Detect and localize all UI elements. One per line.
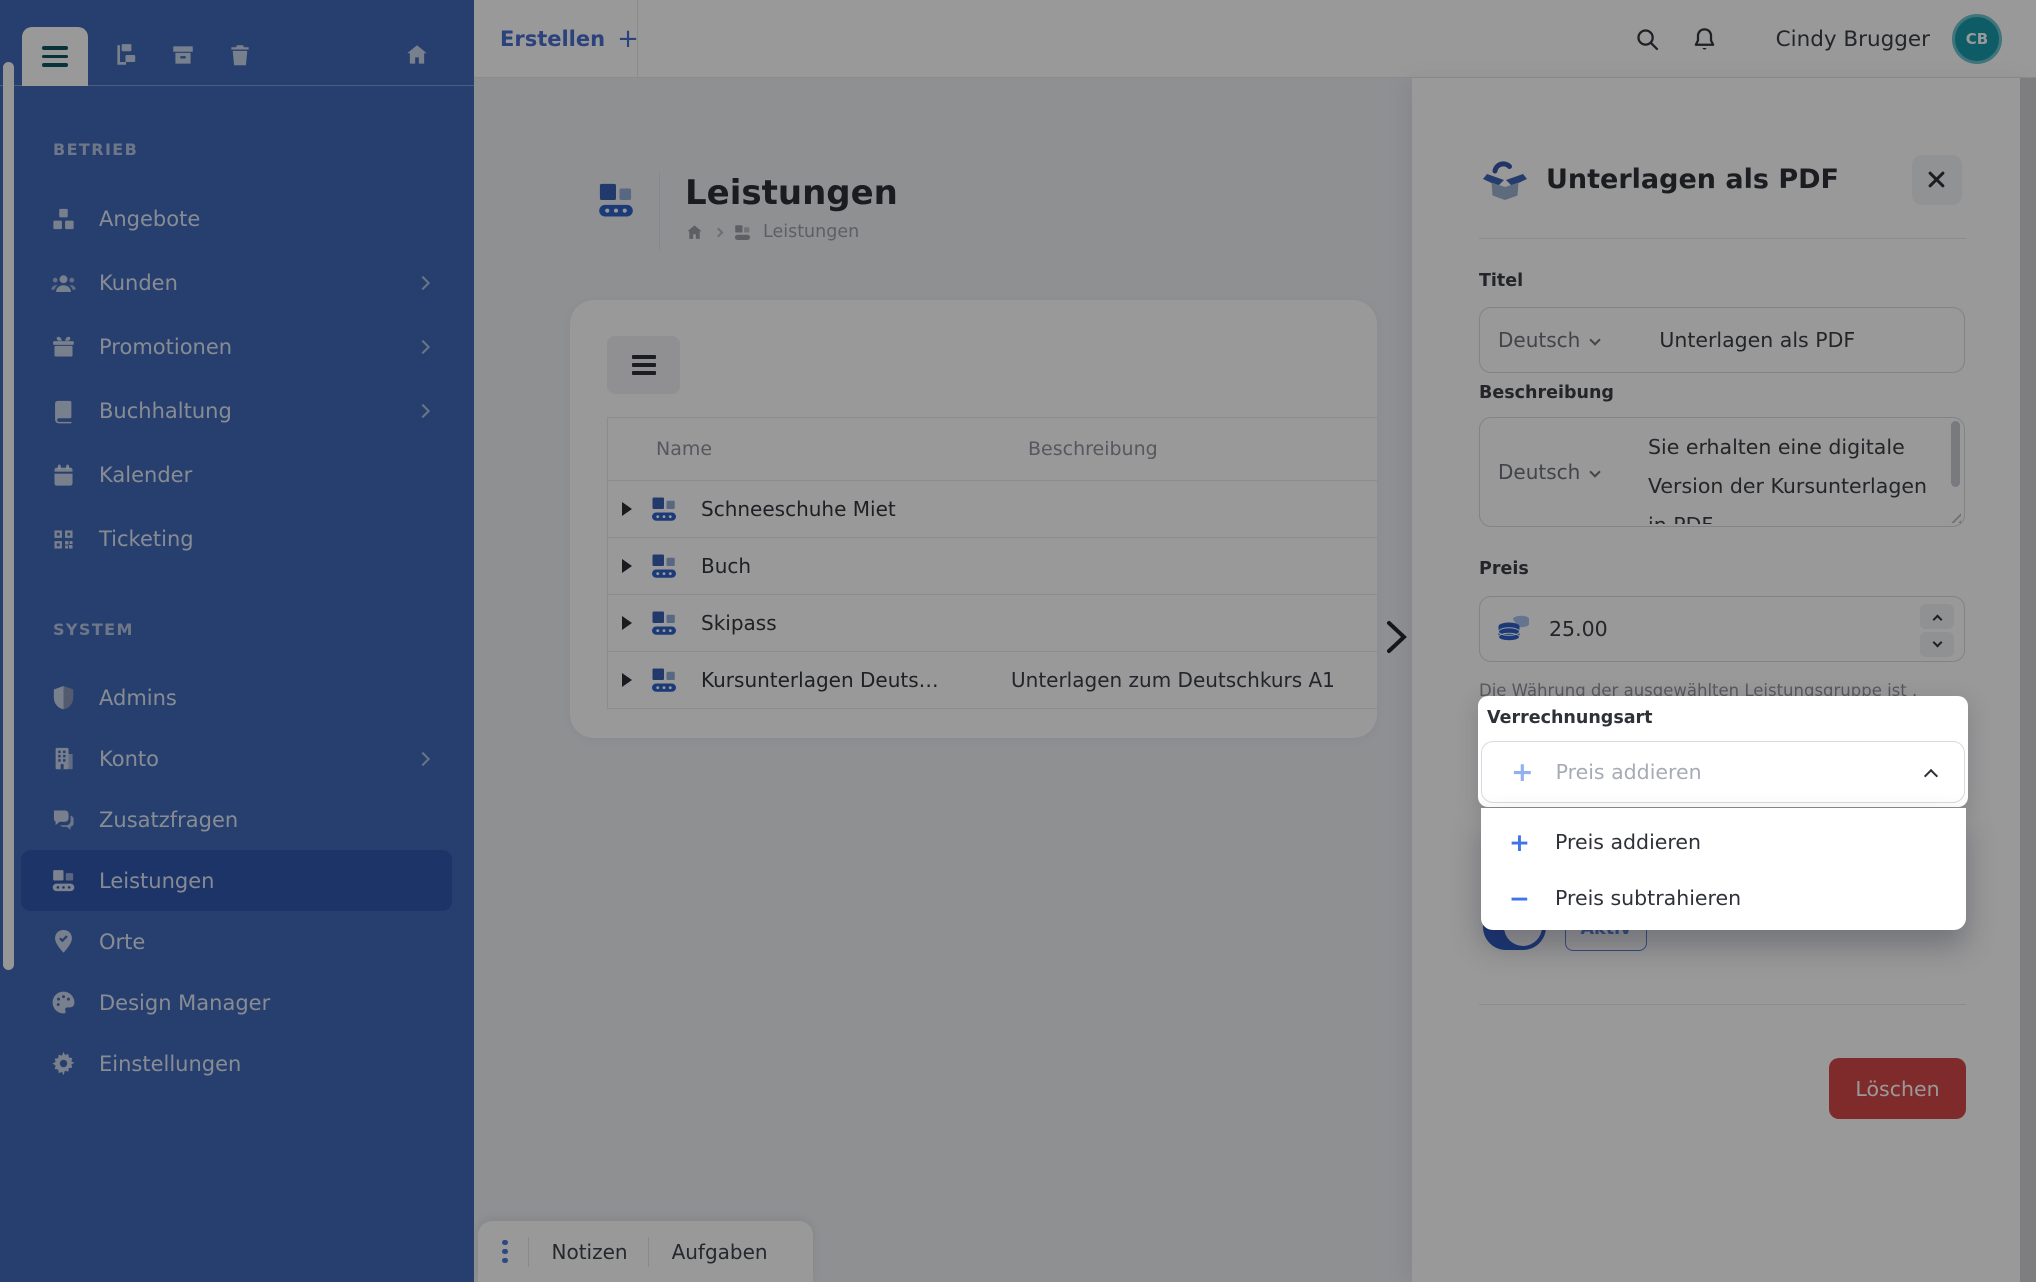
verrechnungsart-placeholder: Preis addieren xyxy=(1556,760,1702,784)
verrechnungsart-select[interactable]: + Preis addieren xyxy=(1481,741,1965,803)
chevron-up-icon xyxy=(1924,769,1938,783)
option-preis-addieren[interactable]: + Preis addieren xyxy=(1481,814,1966,870)
verrechnungsart-label: Verrechnungsart xyxy=(1487,708,1965,728)
plus-icon: + xyxy=(1511,757,1534,788)
modal-backdrop[interactable] xyxy=(0,0,2036,1282)
minus-icon: − xyxy=(1509,884,1555,913)
plus-icon: + xyxy=(1509,828,1555,857)
option-preis-subtrahieren[interactable]: − Preis subtrahieren xyxy=(1481,870,1966,926)
verrechnungsart-field: Verrechnungsart + Preis addieren xyxy=(1478,696,1968,807)
verrechnungsart-options: + Preis addieren − Preis subtrahieren xyxy=(1481,808,1966,930)
